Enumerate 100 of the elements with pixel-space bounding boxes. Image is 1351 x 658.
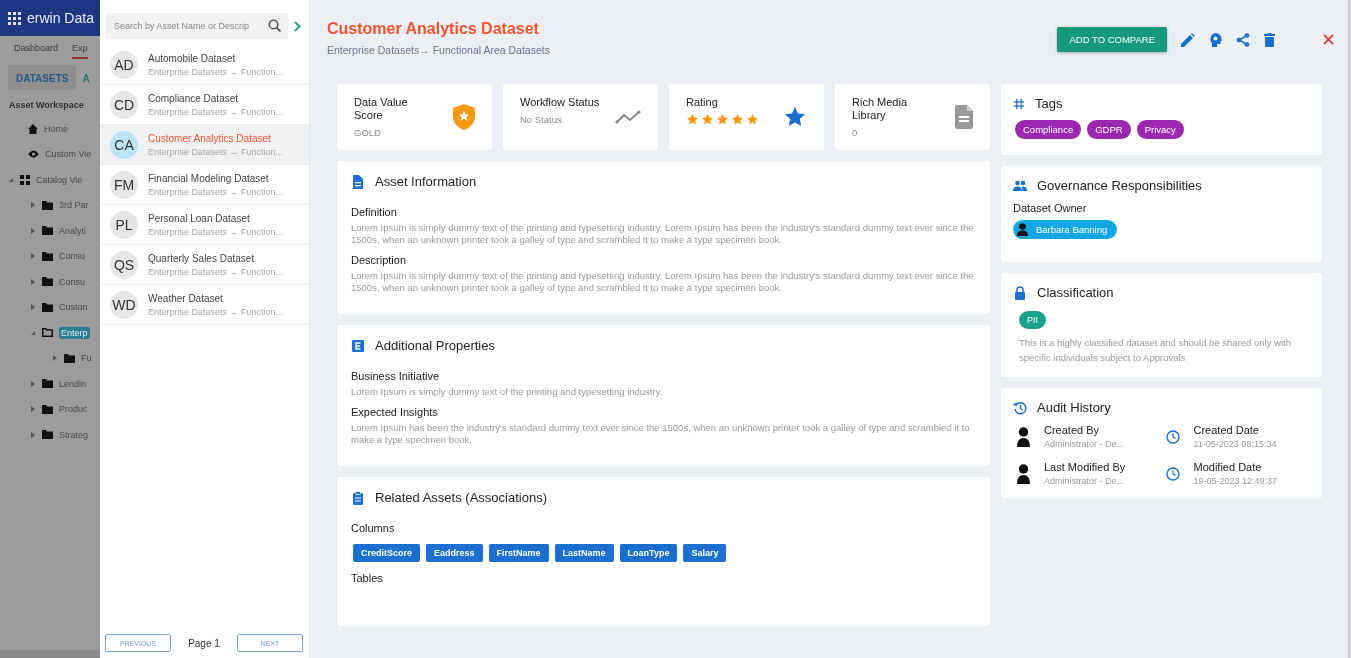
- caret-right-icon[interactable]: [30, 304, 36, 311]
- tree-item[interactable]: Home: [44, 123, 68, 134]
- dataset-name: Compliance Dataset: [148, 92, 240, 104]
- clipboard-icon: [351, 490, 365, 505]
- star-filled-icon[interactable]: [716, 113, 729, 126]
- dataset-list-item[interactable]: FM Financial Modeling Dataset Enterprise Datasets → Function...: [100, 165, 309, 205]
- column-chip[interactable]: CreditScore: [353, 544, 421, 562]
- page-indicator: Page 1: [188, 637, 220, 649]
- caret-right-icon[interactable]: [30, 202, 36, 209]
- tree-item[interactable]: Catalog Vie: [36, 174, 83, 185]
- search-icon[interactable]: [268, 19, 281, 32]
- column-chip[interactable]: LastName: [554, 544, 614, 562]
- dataset-name: Personal Loan Dataset: [148, 212, 251, 224]
- initials-avatar: AD: [110, 50, 138, 79]
- caret-right-icon[interactable]: [30, 253, 36, 260]
- initials-avatar: WD: [110, 290, 138, 319]
- tree-item[interactable]: 3rd Par: [59, 200, 89, 211]
- folder-icon: [42, 379, 53, 389]
- section-title: Audit History: [1037, 400, 1111, 415]
- stat-label: Rating: [686, 96, 719, 109]
- caret-down-icon[interactable]: [8, 176, 14, 183]
- caret-right-icon[interactable]: [30, 431, 36, 438]
- tree-item[interactable]: Consu: [59, 251, 85, 262]
- dataset-path: Enterprise Datasets → Function...: [148, 266, 284, 277]
- home-icon: [28, 123, 38, 134]
- column-chip[interactable]: Salary: [683, 544, 727, 562]
- pencil-icon[interactable]: [1181, 32, 1195, 47]
- classification-badge: PII: [1019, 311, 1046, 329]
- field-label: Definition: [351, 206, 398, 218]
- field-label: Expected Insights: [351, 406, 439, 418]
- audit-value: 19-05-2023 12:49:37: [1193, 476, 1278, 486]
- clock-icon: [1165, 429, 1180, 444]
- nav-tab[interactable]: Exp: [72, 43, 88, 59]
- owner-chip[interactable]: Barbara Banning: [1013, 220, 1118, 239]
- tree-item[interactable]: Strateg: [59, 429, 89, 440]
- person-icon: [1017, 463, 1030, 484]
- folder-icon: [42, 302, 53, 312]
- workspace-title: Asset Workspace: [8, 99, 85, 112]
- caret-right-icon[interactable]: [52, 355, 58, 362]
- audit-label: Last Modified By: [1044, 461, 1126, 473]
- dataset-list-item[interactable]: PL Personal Loan Dataset Enterprise Datasets → Function...: [100, 205, 309, 245]
- tag-chip[interactable]: Privacy: [1136, 120, 1184, 139]
- tree-item[interactable]: Custon: [59, 302, 88, 313]
- tree-item[interactable]: Produc: [59, 404, 88, 415]
- field-text: Lorem Ipsum is simply dummy text of the printing and typesetting industry. Lorem Ipsum has been the industry's standard dummy text ever since the 1500s, when an unknown printer took a galley of type and scrambled it to make a type specimen book.: [351, 270, 975, 294]
- stat-label: Data Value Score: [354, 96, 409, 122]
- trash-icon[interactable]: [1264, 32, 1275, 47]
- initials-avatar: CD: [110, 90, 138, 119]
- folder-icon: [42, 251, 53, 261]
- stat-label: Workflow Status: [520, 96, 600, 109]
- caret-right-icon[interactable]: [30, 380, 36, 387]
- head-icon[interactable]: [1209, 32, 1222, 47]
- caret-right-icon[interactable]: [30, 406, 36, 413]
- star-filled-icon[interactable]: [701, 113, 714, 126]
- history-icon: [1013, 400, 1027, 415]
- breadcrumb: Enterprise Datasets→ Functional Area Datasets: [327, 44, 550, 56]
- tree-item[interactable]: Fu: [81, 353, 92, 364]
- folder-icon: [42, 226, 53, 236]
- app-grid-icon[interactable]: [8, 11, 21, 25]
- tree-item[interactable]: Analyti: [59, 225, 86, 236]
- search-field[interactable]: Search by Asset Name or Descrip: [106, 13, 288, 39]
- tag-chip[interactable]: GDPR: [1087, 120, 1131, 139]
- dataset-list-item[interactable]: QS Quarterly Sales Dataset Enterprise Datasets → Function...: [100, 245, 309, 285]
- nav-tab[interactable]: Dashboard: [14, 43, 59, 59]
- view-tab[interactable]: DATASETS: [8, 65, 77, 90]
- eye-icon: [28, 150, 39, 159]
- dataset-name: Quarterly Sales Dataset: [148, 252, 256, 264]
- star-filled-icon[interactable]: [686, 113, 699, 126]
- audit-value: Administrator - De...: [1044, 476, 1126, 486]
- tag-chip[interactable]: Compliance: [1015, 120, 1082, 139]
- star-filled-icon[interactable]: [746, 113, 759, 126]
- add-to-compare-button[interactable]: ADD TO COMPARE: [1057, 27, 1167, 52]
- column-chip[interactable]: FirstName: [488, 544, 549, 562]
- field-text: Lorem Ipsum has been the industry's standard dummy text ever since the 1500s, when an unknown printer took a galley of type and scrambled it to make a type specimen book.: [351, 422, 971, 446]
- tree-item[interactable]: Consu: [59, 276, 85, 287]
- chevron-right-icon[interactable]: [294, 20, 301, 32]
- column-chip[interactable]: Eaddress: [426, 544, 483, 562]
- star-filled-icon[interactable]: [731, 113, 744, 126]
- dataset-list-item[interactable]: WD Weather Dataset Enterprise Datasets → Function...: [100, 285, 309, 325]
- caret-right-icon[interactable]: [30, 278, 36, 285]
- shield-star-icon: [453, 104, 475, 130]
- trend-line-icon: [615, 110, 641, 124]
- dataset-list-item[interactable]: CA Customer Analytics Dataset Enterprise Datasets → Function...: [100, 125, 309, 165]
- dataset-path: Enterprise Datasets → Function...: [148, 106, 284, 117]
- section-title: Related Assets (Associations): [375, 490, 547, 505]
- document-icon: [351, 174, 365, 189]
- horizontal-scrollbar[interactable]: [0, 650, 100, 658]
- caret-down-icon[interactable]: [30, 329, 36, 336]
- close-icon[interactable]: [1323, 34, 1334, 45]
- document-icon: [955, 105, 973, 129]
- tree-item[interactable]: Custom Vie: [45, 149, 92, 160]
- tree-item[interactable]: Enterp: [59, 326, 90, 339]
- caret-right-icon[interactable]: [30, 227, 36, 234]
- share-icon[interactable]: [1236, 32, 1250, 47]
- column-chip[interactable]: LoanType: [619, 544, 678, 562]
- columns-label: Columns: [351, 522, 396, 534]
- classification-note: This is a highly classified dataset and should be shared only with specific individuals subject to Approvals: [1019, 336, 1292, 365]
- dataset-list-item[interactable]: AD Automobile Dataset Enterprise Datasets → Function...: [100, 45, 309, 85]
- tree-item[interactable]: Lendin: [59, 378, 87, 389]
- dataset-path: Enterprise Datasets → Function...: [148, 66, 284, 77]
